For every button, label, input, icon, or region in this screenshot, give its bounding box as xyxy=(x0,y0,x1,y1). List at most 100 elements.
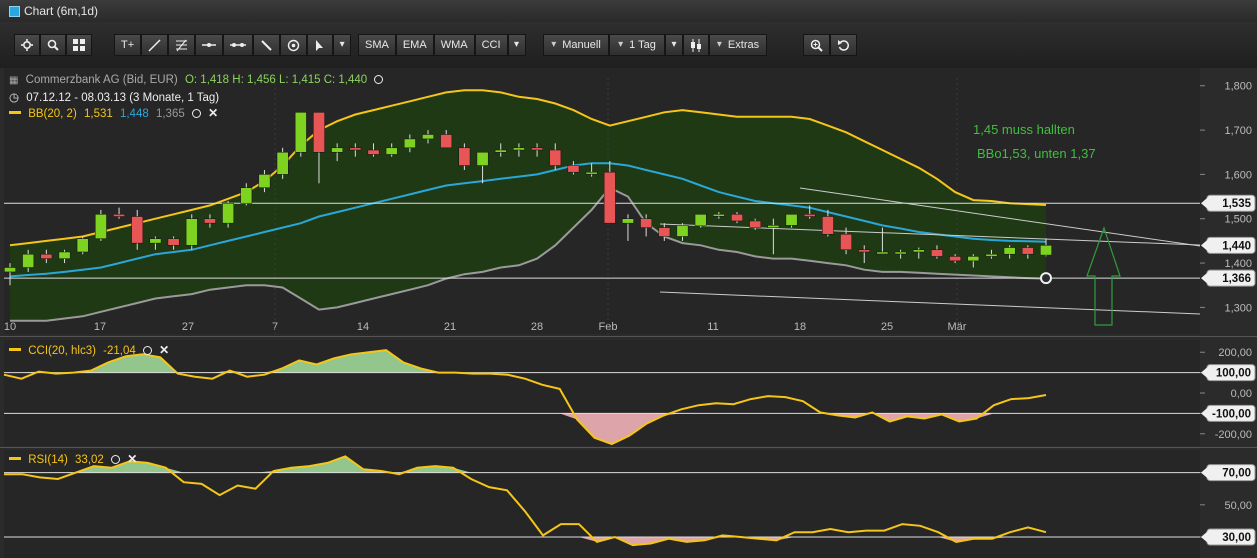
mode-select[interactable]: Manuell xyxy=(543,34,609,56)
rsi-close-icon[interactable]: ✕ xyxy=(127,452,137,466)
bb-settings-icon[interactable] xyxy=(191,109,201,118)
candle-body xyxy=(676,225,689,237)
reset-zoom-icon[interactable] xyxy=(830,34,857,56)
candle-body xyxy=(803,214,816,217)
x-tick-label: 28 xyxy=(531,321,543,333)
y-tick-label: 1,400 xyxy=(1224,258,1252,270)
x-tick-label: 17 xyxy=(94,321,106,333)
chart-area[interactable]: 1,800 1,700 1,600 1,500 1,400 1,300 10 17 27 7 14 2… xyxy=(0,68,1257,558)
candle-body xyxy=(476,151,489,166)
candle-body xyxy=(840,234,852,251)
price-legend-line1: ▦ Commerzbank AG (Bid, EUR) O: 1,418 H: … xyxy=(9,74,387,86)
candle-body xyxy=(1040,245,1052,256)
candle-body xyxy=(313,112,325,153)
candle-body xyxy=(76,238,89,253)
candle-body xyxy=(422,134,434,140)
cci-settings-icon[interactable] xyxy=(142,346,152,355)
candle-body xyxy=(167,238,180,246)
bb-upper-value: 1,531 xyxy=(83,108,113,120)
candle-body xyxy=(258,174,271,188)
cci-level-tag-label: -100,00 xyxy=(1212,408,1251,420)
candle-body xyxy=(1021,247,1034,255)
candle-body xyxy=(858,249,871,253)
candle-body xyxy=(294,112,307,153)
candle-body xyxy=(549,149,562,166)
candle-body xyxy=(585,171,598,175)
candle-body xyxy=(603,171,616,224)
cci-legend: CCI(20, hlc3) -21,04 ✕ xyxy=(9,343,173,357)
x-tick-label: Feb xyxy=(599,321,618,333)
candle-body xyxy=(640,218,653,228)
settings-icon[interactable] xyxy=(14,34,40,56)
candle-body xyxy=(113,214,125,217)
period-dropdown-icon[interactable]: ▾ xyxy=(665,34,683,56)
candle-body xyxy=(494,149,507,153)
bb-close-icon[interactable]: ✕ xyxy=(208,106,218,120)
trendline-tool-icon[interactable] xyxy=(141,34,169,56)
candle-body xyxy=(1003,247,1016,255)
level-tag-label: 1,366 xyxy=(1222,273,1251,285)
brush-tool-icon[interactable] xyxy=(253,34,281,56)
cci-swatch xyxy=(9,348,21,351)
candle-body xyxy=(94,214,107,239)
x-tick-label: 21 xyxy=(444,321,456,333)
cci-button[interactable]: CCI xyxy=(474,34,508,56)
candle-body xyxy=(22,253,35,268)
cci-level-tag-label: 100,00 xyxy=(1216,368,1251,380)
candle-body xyxy=(694,214,707,226)
x-tick-label: 7 xyxy=(272,321,278,333)
y-tick-label: 1,500 xyxy=(1224,214,1252,226)
candle-body xyxy=(440,134,453,149)
bb-legend: BB(20, 2) 1,531 1,448 1,365 ✕ xyxy=(9,106,222,120)
candle-body xyxy=(131,216,144,244)
x-tick-label: 18 xyxy=(794,321,806,333)
pane-background xyxy=(4,450,1200,558)
candle-body xyxy=(240,187,253,204)
candle-body xyxy=(894,251,907,255)
rsi-settings-icon[interactable] xyxy=(111,455,121,464)
y-tick-label: 1,600 xyxy=(1224,169,1252,181)
ray-tool-icon[interactable] xyxy=(223,34,254,56)
bb-name: BB(20, 2) xyxy=(28,108,77,120)
candlestick-type-icon[interactable] xyxy=(683,34,709,56)
indicators-dropdown-icon[interactable]: ▾ xyxy=(507,34,526,56)
rsi-legend: RSI(14) 33,02 ✕ xyxy=(9,452,141,466)
target-tool-icon[interactable] xyxy=(280,34,308,56)
ema-button[interactable]: EMA xyxy=(395,34,434,56)
candle-body xyxy=(385,147,398,155)
layout-grid-icon[interactable] xyxy=(66,34,92,56)
candle-body xyxy=(949,256,962,262)
candle-body xyxy=(931,249,943,257)
candle-body xyxy=(40,253,53,259)
cci-value: -21,04 xyxy=(103,345,136,357)
zoom-in-icon[interactable] xyxy=(803,34,830,56)
horizontal-line-tool-icon[interactable] xyxy=(195,34,224,56)
candle-body xyxy=(567,165,580,173)
candle-body xyxy=(349,147,362,151)
candle-body xyxy=(531,147,543,151)
x-tick-label: 10 xyxy=(4,321,16,333)
text-tool-icon[interactable]: T+ xyxy=(114,34,142,56)
cursor-tool-icon[interactable] xyxy=(307,34,334,56)
sma-button[interactable]: SMA xyxy=(358,34,396,56)
wma-button[interactable]: WMA xyxy=(433,34,475,56)
candle-body xyxy=(785,214,798,226)
chart-type-icon: ▦ xyxy=(9,75,19,86)
bb-swatch xyxy=(9,111,21,114)
clock-icon: ◷ xyxy=(9,92,20,104)
cci-close-icon[interactable]: ✕ xyxy=(159,343,169,357)
x-tick-label: 25 xyxy=(881,321,893,333)
tools-dropdown-icon[interactable]: ▾ xyxy=(333,34,352,56)
candle-body xyxy=(4,267,16,273)
x-tick-label: 27 xyxy=(182,321,194,333)
fibonacci-tool-icon[interactable] xyxy=(168,34,196,56)
bb-mid-value: 1,448 xyxy=(119,108,149,120)
search-icon[interactable] xyxy=(40,34,66,56)
rsi-swatch xyxy=(9,457,21,460)
candle-body xyxy=(458,147,471,166)
candle-body xyxy=(985,253,998,257)
extras-menu[interactable]: Extras xyxy=(709,34,767,56)
instrument-settings-icon[interactable] xyxy=(374,75,384,84)
candle-body xyxy=(149,238,162,244)
period-select[interactable]: 1 Tag xyxy=(609,34,665,56)
